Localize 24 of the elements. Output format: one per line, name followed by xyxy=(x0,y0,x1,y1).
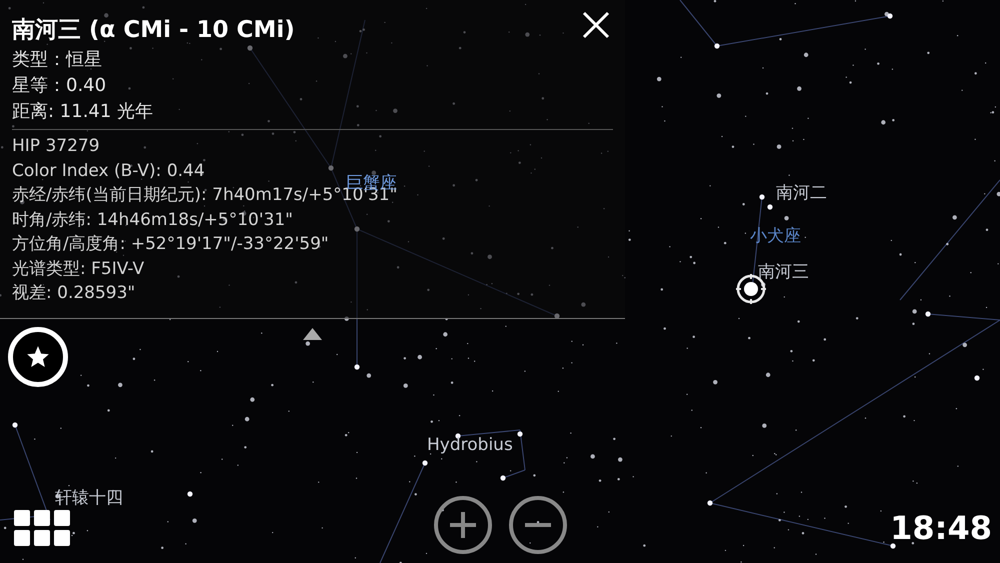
sky-label: 南河二 xyxy=(776,185,827,202)
info-line: 时角/赤纬: 14h46m18s/+5°10'31" xyxy=(12,208,293,232)
info-line: 方位角/高度角: +52°19'17"/-33°22'59" xyxy=(12,233,329,256)
plus-icon xyxy=(448,510,478,540)
collapse-triangle-icon[interactable] xyxy=(303,328,322,340)
close-icon xyxy=(582,11,610,39)
info-line: 光谱类型: F5IV-V xyxy=(12,258,144,280)
menu-grid-button[interactable] xyxy=(14,510,70,546)
info-line: 距离: 11.41 光年 xyxy=(12,100,154,124)
zoom-out-button[interactable] xyxy=(509,496,567,554)
minus-icon xyxy=(525,523,551,527)
star-icon xyxy=(25,344,51,370)
zoom-in-button[interactable] xyxy=(434,496,492,554)
object-title: 南河三 (α CMi - 10 CMi) xyxy=(12,16,295,45)
info-line: Color Index (B-V): 0.44 xyxy=(12,160,205,182)
info-line: 视差: 0.28593" xyxy=(12,282,136,305)
sky-label: 南河三 xyxy=(758,264,809,281)
info-line: 星等：0.40 xyxy=(12,74,106,98)
info-line: 类型：恒星 xyxy=(12,48,102,72)
clock-time: 18:48 xyxy=(890,512,992,544)
sky-label: 轩辕十四 xyxy=(55,490,123,507)
info-line: HIP 37279 xyxy=(12,135,100,158)
sky-label: 小犬座 xyxy=(750,228,801,245)
sky-label: Hydrobius xyxy=(427,437,513,454)
